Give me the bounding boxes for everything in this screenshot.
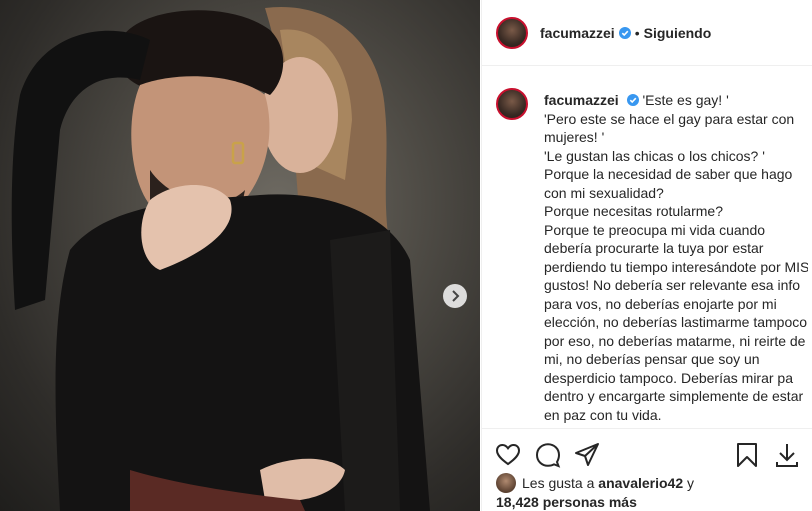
verified-badge-icon: [618, 26, 631, 39]
caption-line: Porque necesitas rotularme?: [544, 203, 723, 219]
likes-summary: Les gusta a anavalerio42 y 18,428 person…: [496, 473, 694, 511]
post-side-panel: facumazzei • Siguiendo facumazzei 'Este …: [481, 0, 812, 511]
likes-prefix: Les gusta a: [522, 475, 595, 491]
carousel-next-button[interactable]: [443, 284, 467, 308]
heart-icon[interactable]: [495, 442, 521, 468]
comment-icon[interactable]: [535, 442, 561, 468]
caption-line: 'Le gustan las chicas o los chicos? ': [544, 147, 765, 164]
post-photo[interactable]: [0, 0, 480, 511]
caption-line: 'Pero este se hace el gay para estar con…: [544, 110, 795, 146]
download-icon[interactable]: [774, 442, 800, 468]
likes-count[interactable]: 18,428 personas más: [496, 494, 637, 510]
caption-line: Porque la necesidad de saber que hago co…: [544, 166, 793, 201]
action-bar: [482, 428, 812, 478]
likes-connector: y: [687, 475, 695, 491]
follow-status-button[interactable]: Siguiendo: [644, 25, 712, 41]
bookmark-icon[interactable]: [734, 442, 760, 468]
liker-username[interactable]: anavalerio42: [598, 475, 683, 491]
share-icon[interactable]: [574, 442, 600, 468]
caption-avatar[interactable]: [496, 88, 528, 120]
separator-dot: •: [634, 24, 640, 41]
verified-badge-icon: [626, 94, 639, 106]
caption-area: facumazzei 'Este es gay! ' 'Pero este se…: [496, 88, 808, 426]
post-caption: facumazzei 'Este es gay! ' 'Pero este se…: [544, 91, 808, 424]
caption-line: Porque te preocupa mi vida cuando deberí…: [544, 221, 808, 423]
avatar[interactable]: [496, 16, 528, 49]
post-header: facumazzei • Siguiendo: [482, 0, 812, 66]
caption-line: 'Este es gay! ': [642, 92, 729, 108]
caption-username[interactable]: facumazzei: [544, 92, 619, 108]
photo-illustration: [11, 6, 430, 511]
chevron-right-icon: [452, 290, 460, 302]
liker-avatar[interactable]: [496, 473, 516, 493]
header-username[interactable]: facumazzei: [540, 25, 615, 41]
